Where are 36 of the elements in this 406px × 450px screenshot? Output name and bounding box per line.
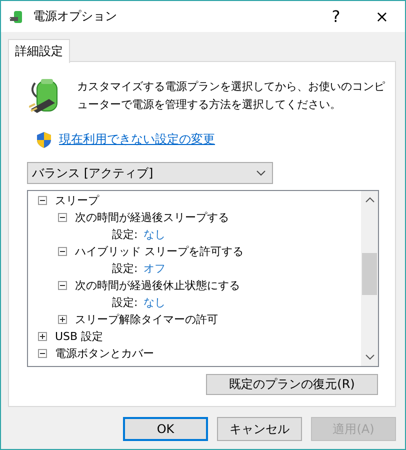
tree-item[interactable]: USB 設定: [55, 329, 104, 344]
restore-defaults-button[interactable]: 既定のプランの復元(R): [206, 374, 378, 395]
collapse-icon[interactable]: [38, 196, 47, 205]
shield-icon: [37, 132, 51, 148]
dialog-button[interactable]: OK: [123, 417, 208, 441]
scroll-thumb[interactable]: [362, 253, 377, 295]
tree-item[interactable]: 次の時間が経過後休止状態にする: [75, 278, 240, 293]
tree-item[interactable]: スリープ解除タイマーの許可: [75, 312, 218, 327]
help-button[interactable]: ?: [313, 1, 359, 32]
setting-label: 設定:: [112, 261, 138, 276]
collapse-icon[interactable]: [58, 247, 67, 256]
expand-icon[interactable]: [38, 332, 47, 341]
plan-dropdown[interactable]: バランス [アクティブ]: [27, 162, 273, 184]
close-button[interactable]: ×: [359, 1, 405, 32]
setting-label: 設定:: [112, 227, 138, 242]
setting-value[interactable]: オフ: [144, 261, 166, 276]
tree-item[interactable]: スリープ: [55, 193, 99, 208]
tree-item[interactable]: ハイブリッド スリープを許可する: [75, 244, 244, 259]
collapse-icon[interactable]: [58, 213, 67, 222]
scroll-up-icon[interactable]: [364, 197, 374, 203]
scroll-down-icon[interactable]: [364, 354, 374, 360]
collapse-icon[interactable]: [58, 281, 67, 290]
tree-item[interactable]: 電源ボタンとカバー: [55, 346, 154, 361]
setting-value[interactable]: なし: [144, 227, 166, 242]
setting-label: 設定:: [112, 295, 138, 310]
window-title: 電源オプション: [33, 8, 117, 25]
expand-icon[interactable]: [58, 315, 67, 324]
collapse-icon[interactable]: [38, 349, 47, 358]
dialog-button[interactable]: キャンセル: [217, 417, 302, 441]
change-settings-link[interactable]: 現在利用できない設定の変更: [59, 131, 215, 148]
power-plug-icon: [9, 8, 25, 24]
setting-value[interactable]: なし: [144, 295, 166, 310]
chevron-down-icon: [256, 170, 266, 176]
description-text: カスタマイズする電源プランを選択してから、お使いのコンピューターで電源を管理する方法を選択してください。: [77, 79, 386, 113]
tab[interactable]: 詳細設定: [8, 39, 70, 63]
tree-item[interactable]: 次の時間が経過後スリープする: [75, 210, 229, 225]
